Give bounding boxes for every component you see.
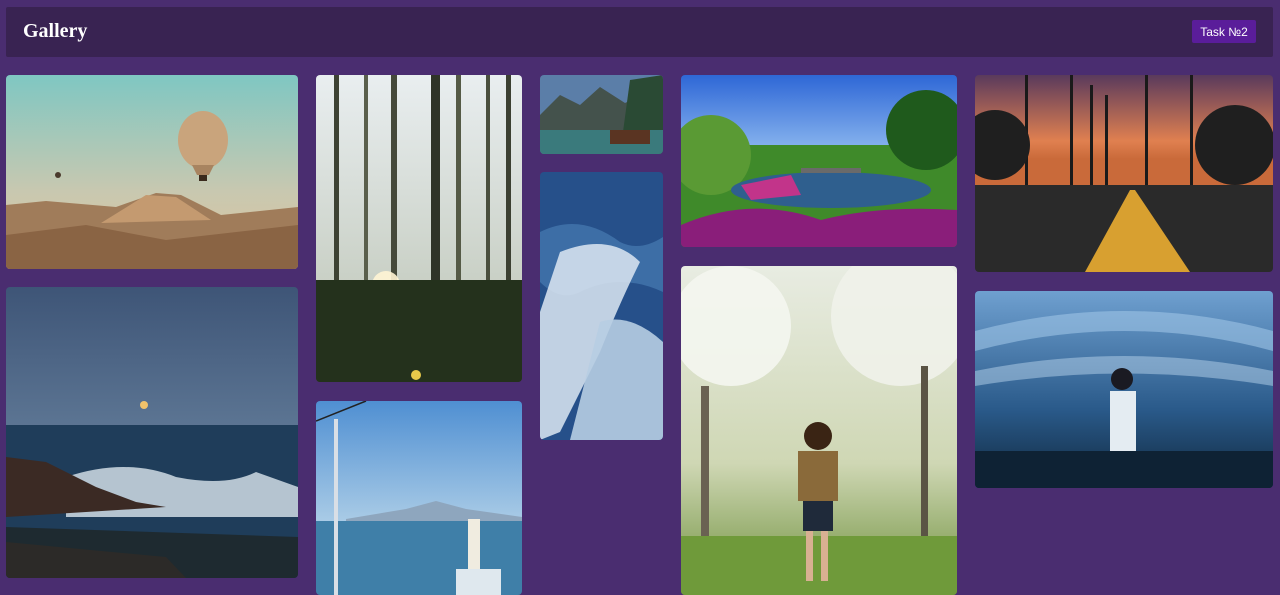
child-running-blossom-photo[interactable] — [681, 266, 957, 595]
harbor-sign-photo[interactable] — [316, 401, 522, 595]
mountain-lake-cabin-photo[interactable] — [540, 75, 663, 154]
aquarium-tunnel-photo[interactable] — [975, 291, 1273, 488]
forest-sunlight-photo[interactable] — [316, 75, 522, 382]
page-title: Gallery — [23, 20, 88, 42]
balloon-desert-photo[interactable] — [6, 75, 298, 269]
task-button[interactable]: Task №2 — [1192, 20, 1256, 43]
garden-pond-photo[interactable] — [681, 75, 957, 247]
header-bar: Gallery Task №2 — [6, 7, 1273, 57]
palm-road-sunset-photo[interactable] — [975, 75, 1273, 272]
sea-sunset-photo[interactable] — [6, 287, 298, 578]
ocean-waves-photo[interactable] — [540, 172, 663, 440]
